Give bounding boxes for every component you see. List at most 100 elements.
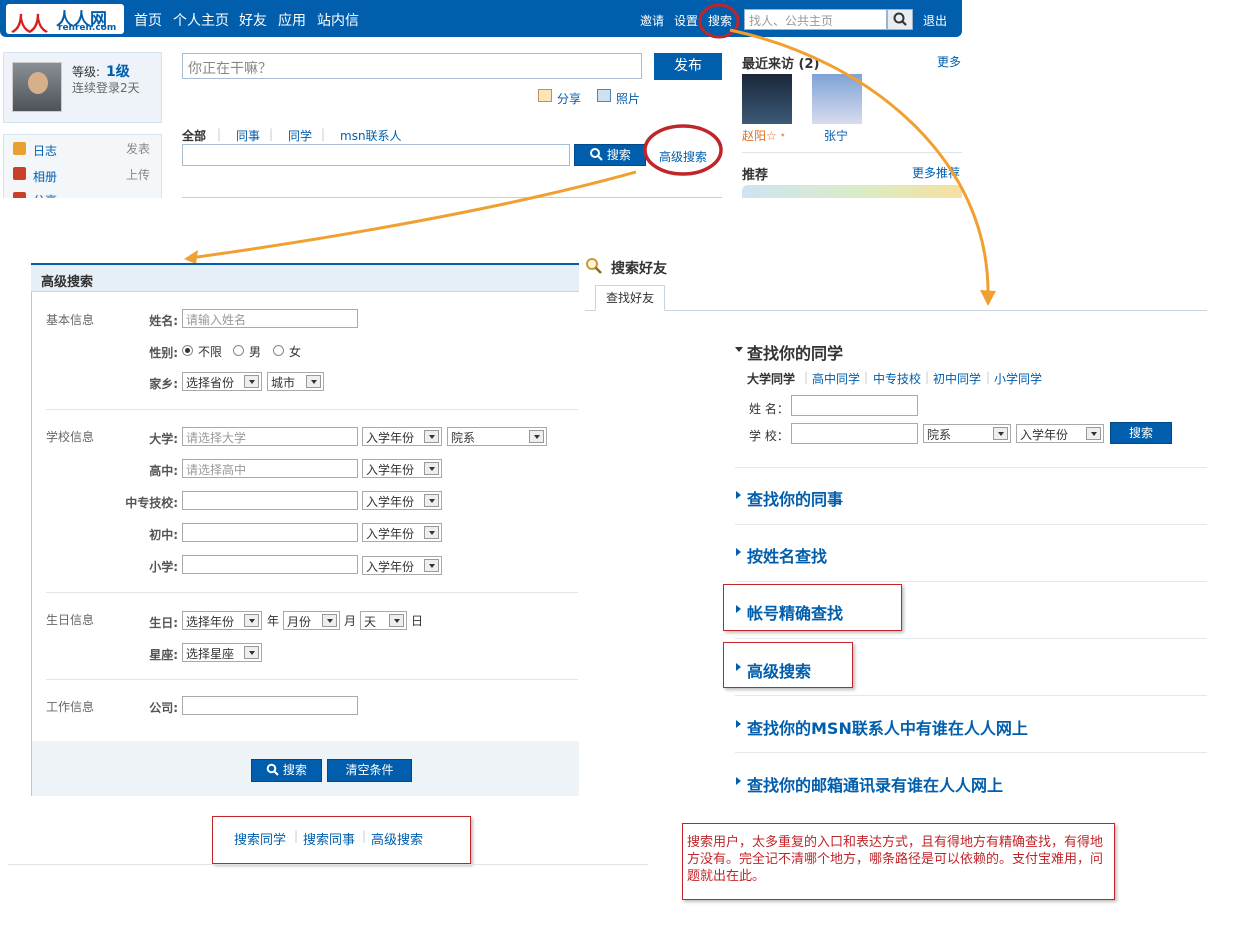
chevron-down-icon — [424, 430, 439, 443]
name-label: 姓名: — [149, 314, 178, 328]
highschool-input[interactable]: 请选择高中 — [182, 459, 358, 478]
vocational-year-select[interactable]: 入学年份 — [362, 491, 442, 510]
caret-right-icon — [736, 548, 741, 556]
year-value: 入学年份 — [366, 560, 415, 574]
hometown-label: 家乡: — [149, 377, 178, 391]
vocational-input[interactable] — [182, 491, 358, 510]
city-value: 城市 — [271, 376, 296, 390]
zodiac-value: 选择星座 — [186, 647, 235, 661]
sf-search-button[interactable]: 搜索 — [1110, 422, 1172, 444]
accordion-divider — [735, 467, 1207, 468]
section-divider — [46, 409, 578, 410]
section-advanced-search[interactable]: 高级搜索 — [747, 658, 811, 682]
sf-school-input[interactable] — [791, 423, 918, 444]
zodiac-select[interactable]: 选择星座 — [182, 643, 262, 662]
caret-right-icon — [736, 605, 741, 613]
primary-year-select[interactable]: 入学年份 — [362, 556, 442, 575]
chevron-down-icon — [1086, 427, 1101, 440]
zodiac-label: 星座: — [149, 648, 178, 662]
chevron-down-icon — [244, 614, 259, 627]
section-email-contacts[interactable]: 查找你的邮箱通讯录有谁在人人网上 — [747, 772, 1003, 796]
link-search-classmates[interactable]: 搜索同学 — [234, 829, 286, 848]
university-year-select[interactable]: 入学年份 — [362, 427, 442, 446]
advanced-search-button[interactable]: 搜索 — [251, 759, 322, 782]
caret-right-icon — [736, 663, 741, 671]
company-input[interactable] — [182, 696, 358, 715]
sf-name-label: 姓 名： — [749, 402, 789, 416]
name-input[interactable]: 请输入姓名 — [182, 309, 358, 328]
year-value: 入学年份 — [366, 495, 415, 509]
gender-female-label: 女 — [289, 345, 302, 359]
vocational-label: 中专技校: — [125, 496, 178, 510]
birth-month-select[interactable]: 月份 — [283, 611, 340, 630]
sf-name-input[interactable] — [791, 395, 918, 416]
sf-year-select[interactable]: 入学年份 — [1016, 424, 1104, 443]
middle-year-select[interactable]: 入学年份 — [362, 523, 442, 542]
tab-find-friends[interactable]: 查找好友 — [595, 285, 665, 311]
caret-right-icon — [736, 491, 741, 499]
university-label: 大学: — [149, 432, 178, 446]
chevron-down-icon — [424, 462, 439, 475]
school-type-primary[interactable]: 小学同学 — [994, 370, 1042, 387]
gender-female-radio[interactable] — [273, 345, 284, 356]
chevron-down-icon — [306, 375, 321, 388]
sf-department-value: 院系 — [927, 428, 952, 442]
gender-any-radio[interactable] — [182, 345, 193, 356]
chevron-down-icon — [244, 646, 259, 659]
section-exact-account-search[interactable]: 帐号精确查找 — [747, 600, 843, 624]
year-value: 入学年份 — [366, 431, 415, 445]
birth-year-select[interactable]: 选择年份 — [182, 611, 262, 630]
accordion-divider — [735, 524, 1207, 525]
chevron-down-icon — [244, 375, 259, 388]
city-select[interactable]: 城市 — [267, 372, 324, 391]
bottom-divider — [8, 864, 648, 865]
school-type-middle[interactable]: 初中同学 — [933, 370, 981, 387]
clear-conditions-button[interactable]: 清空条件 — [327, 759, 412, 782]
chevron-down-icon — [424, 559, 439, 572]
group-basic: 基本信息 — [46, 313, 95, 327]
school-type-vocational[interactable]: 中专技校 — [873, 370, 921, 387]
gender-male-label: 男 — [249, 345, 262, 359]
school-type-university[interactable]: 大学同学 — [747, 370, 795, 387]
university-input[interactable]: 请选择大学 — [182, 427, 358, 446]
department-select[interactable]: 院系 — [447, 427, 547, 446]
primary-school-input[interactable] — [182, 555, 358, 574]
sf-year-value: 入学年份 — [1020, 428, 1069, 442]
section-msn-contacts[interactable]: 查找你的MSN联系人中有谁在人人网上 — [747, 715, 1028, 739]
chevron-down-icon — [389, 614, 404, 627]
link-advanced-search[interactable]: 高级搜索 — [371, 829, 423, 848]
month-unit: 月 — [344, 614, 357, 628]
middle-school-label: 初中: — [149, 528, 178, 542]
highschool-year-select[interactable]: 入学年份 — [362, 459, 442, 478]
province-value: 选择省份 — [186, 376, 235, 390]
chevron-down-icon — [322, 614, 337, 627]
primary-school-label: 小学: — [149, 560, 178, 574]
school-type-highschool[interactable]: 高中同学 — [812, 370, 860, 387]
caret-right-icon — [736, 777, 741, 785]
birth-month-value: 月份 — [287, 615, 312, 629]
section-find-colleagues[interactable]: 查找你的同事 — [747, 486, 843, 510]
sf-school-label: 学 校： — [749, 429, 789, 443]
chevron-down-icon — [424, 494, 439, 507]
link-search-colleagues[interactable]: 搜索同事 — [303, 829, 355, 848]
department-value: 院系 — [451, 431, 476, 445]
section-find-by-name[interactable]: 按姓名查找 — [747, 543, 827, 567]
advanced-search-title: 高级搜索 — [41, 275, 94, 290]
advanced-search-header — [31, 263, 579, 292]
birth-day-select[interactable]: 天 — [360, 611, 407, 630]
highschool-label: 高中: — [149, 464, 178, 478]
magnifier-icon — [586, 258, 602, 274]
year-value: 入学年份 — [366, 527, 415, 541]
province-select[interactable]: 选择省份 — [182, 372, 262, 391]
chevron-down-icon — [424, 526, 439, 539]
group-school: 学校信息 — [46, 430, 95, 444]
classmates-section-title[interactable]: 查找你的同学 — [747, 340, 843, 364]
accordion-divider — [735, 581, 1207, 582]
link-sep: | — [362, 829, 367, 843]
year-value: 入学年份 — [366, 463, 415, 477]
accordion-divider — [735, 638, 1207, 639]
section-divider — [46, 679, 578, 680]
gender-male-radio[interactable] — [233, 345, 244, 356]
middle-school-input[interactable] — [182, 523, 358, 542]
sf-department-select[interactable]: 院系 — [923, 424, 1011, 443]
